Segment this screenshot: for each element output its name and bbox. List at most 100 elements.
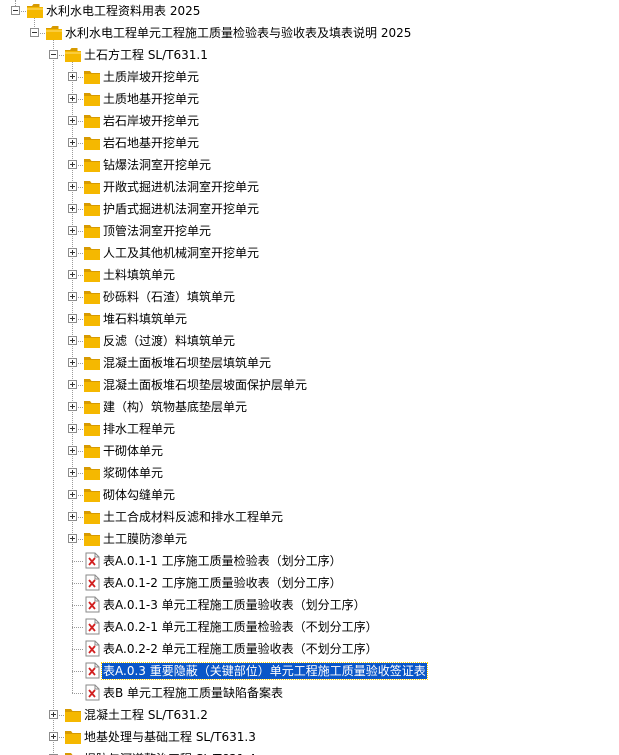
tree-node-label[interactable]: 土工膜防渗单元 xyxy=(102,531,188,547)
tree-node[interactable]: 表A.0.1-3 单元工程施工质量验收表（划分工序） xyxy=(0,594,619,616)
tree-node[interactable]: 地基处理与基础工程 SL/T631.3 xyxy=(0,726,619,748)
expand-toggle[interactable] xyxy=(68,160,77,169)
tree-node[interactable]: 排水工程单元 xyxy=(0,418,619,440)
tree-node[interactable]: 表A.0.1-1 工序施工质量检验表（划分工序） xyxy=(0,550,619,572)
excel-file-icon xyxy=(83,684,101,701)
tree-node-label[interactable]: 混凝土面板堆石坝垫层坡面保护层单元 xyxy=(102,377,308,393)
tree-node[interactable]: 水利水电工程单元工程施工质量检验表与验收表及填表说明 2025 xyxy=(0,22,619,44)
tree-node-label[interactable]: 砌体勾缝单元 xyxy=(102,487,176,503)
tree-node[interactable]: 岩石地基开挖单元 xyxy=(0,132,619,154)
tree-node[interactable]: 表A.0.2-2 单元工程施工质量验收表（不划分工序） xyxy=(0,638,619,660)
expand-toggle[interactable] xyxy=(68,314,77,323)
tree-node[interactable]: 土质岸坡开挖单元 xyxy=(0,66,619,88)
tree-node-label[interactable]: 表A.0.2-1 单元工程施工质量检验表（不划分工序） xyxy=(102,619,379,635)
tree-node[interactable]: 砂砾料（石渣）填筑单元 xyxy=(0,286,619,308)
expand-toggle[interactable] xyxy=(68,468,77,477)
tree-node-label[interactable]: 表A.0.1-3 单元工程施工质量验收表（划分工序） xyxy=(102,597,367,613)
tree-node[interactable]: 堤防与河道整治工程 SL/T631.4 xyxy=(0,748,619,755)
tree-node-label[interactable]: 水利水电工程资料用表 2025 xyxy=(45,3,201,19)
expand-toggle[interactable] xyxy=(68,270,77,279)
tree-node[interactable]: 表A.0.3 重要隐蔽（关键部位）单元工程施工质量验收签证表 xyxy=(0,660,619,682)
tree-node-label[interactable]: 岩石岸坡开挖单元 xyxy=(102,113,200,129)
tree-node-label[interactable]: 土料填筑单元 xyxy=(102,267,176,283)
tree-node[interactable]: 混凝土工程 SL/T631.2 xyxy=(0,704,619,726)
tree-node[interactable]: 建（构）筑物基底垫层单元 xyxy=(0,396,619,418)
expand-toggle[interactable] xyxy=(68,446,77,455)
expand-toggle[interactable] xyxy=(68,534,77,543)
tree-node[interactable]: 开敞式掘进机法洞室开挖单元 xyxy=(0,176,619,198)
expand-toggle[interactable] xyxy=(68,72,77,81)
tree-node[interactable]: 土工合成材料反滤和排水工程单元 xyxy=(0,506,619,528)
collapse-toggle[interactable] xyxy=(11,6,20,15)
tree-node[interactable]: 土料填筑单元 xyxy=(0,264,619,286)
tree-node-label[interactable]: 混凝土面板堆石坝垫层填筑单元 xyxy=(102,355,272,371)
tree-node-label[interactable]: 堤防与河道整治工程 SL/T631.4 xyxy=(83,751,257,755)
tree-node[interactable]: 堆石料填筑单元 xyxy=(0,308,619,330)
expand-toggle[interactable] xyxy=(68,116,77,125)
tree-node[interactable]: 反滤（过渡）料填筑单元 xyxy=(0,330,619,352)
tree-node-label[interactable]: 表A.0.3 重要隐蔽（关键部位）单元工程施工质量验收签证表 xyxy=(101,662,428,680)
expand-toggle[interactable] xyxy=(68,248,77,257)
tree-node-label[interactable]: 反滤（过渡）料填筑单元 xyxy=(102,333,236,349)
expand-toggle[interactable] xyxy=(68,182,77,191)
tree-node[interactable]: 顶管法洞室开挖单元 xyxy=(0,220,619,242)
tree-node-label[interactable]: 岩石地基开挖单元 xyxy=(102,135,200,151)
expand-toggle[interactable] xyxy=(68,336,77,345)
tree-node-label[interactable]: 护盾式掘进机法洞室开挖单元 xyxy=(102,201,260,217)
tree-node[interactable]: 砌体勾缝单元 xyxy=(0,484,619,506)
tree-node-label[interactable]: 表A.0.1-1 工序施工质量检验表（划分工序） xyxy=(102,553,343,569)
tree-node[interactable]: 钻爆法洞室开挖单元 xyxy=(0,154,619,176)
expand-toggle[interactable] xyxy=(68,380,77,389)
tree-node-label[interactable]: 表B 单元工程施工质量缺陷备案表 xyxy=(102,685,284,701)
tree-node-label[interactable]: 建（构）筑物基底垫层单元 xyxy=(102,399,248,415)
folder-icon xyxy=(83,376,101,393)
tree-node[interactable]: 干砌体单元 xyxy=(0,440,619,462)
expand-toggle[interactable] xyxy=(68,226,77,235)
expand-toggle[interactable] xyxy=(68,204,77,213)
collapse-toggle[interactable] xyxy=(30,28,39,37)
expand-toggle[interactable] xyxy=(68,292,77,301)
tree-node-label[interactable]: 顶管法洞室开挖单元 xyxy=(102,223,212,239)
tree-node-label[interactable]: 水利水电工程单元工程施工质量检验表与验收表及填表说明 2025 xyxy=(64,25,412,41)
tree-node[interactable]: 表B 单元工程施工质量缺陷备案表 xyxy=(0,682,619,704)
tree-node-label[interactable]: 土质地基开挖单元 xyxy=(102,91,200,107)
tree-node-label[interactable]: 土工合成材料反滤和排水工程单元 xyxy=(102,509,284,525)
tree-node-label[interactable]: 排水工程单元 xyxy=(102,421,176,437)
tree-node[interactable]: 护盾式掘进机法洞室开挖单元 xyxy=(0,198,619,220)
expand-toggle[interactable] xyxy=(68,512,77,521)
tree-node-label[interactable]: 地基处理与基础工程 SL/T631.3 xyxy=(83,729,257,745)
expand-toggle[interactable] xyxy=(49,732,58,741)
tree-node-label[interactable]: 土石方工程 SL/T631.1 xyxy=(83,47,209,63)
expand-toggle[interactable] xyxy=(68,138,77,147)
expand-toggle[interactable] xyxy=(49,710,58,719)
tree-node-label[interactable]: 表A.0.2-2 单元工程施工质量验收表（不划分工序） xyxy=(102,641,379,657)
tree-node[interactable]: 人工及其他机械洞室开挖单元 xyxy=(0,242,619,264)
tree-node[interactable]: 混凝土面板堆石坝垫层坡面保护层单元 xyxy=(0,374,619,396)
tree-node[interactable]: 土石方工程 SL/T631.1 xyxy=(0,44,619,66)
tree-node-label[interactable]: 表A.0.1-2 工序施工质量验收表（划分工序） xyxy=(102,575,343,591)
tree-view[interactable]: 水利水电工程资料用表 2025 水利水电工程单元工程施工质量检验表与验收表及填表说… xyxy=(0,0,619,755)
tree-node[interactable]: 土工膜防渗单元 xyxy=(0,528,619,550)
tree-node[interactable]: 混凝土面板堆石坝垫层填筑单元 xyxy=(0,352,619,374)
collapse-toggle[interactable] xyxy=(49,50,58,59)
tree-node-label[interactable]: 人工及其他机械洞室开挖单元 xyxy=(102,245,260,261)
tree-node-label[interactable]: 干砌体单元 xyxy=(102,443,164,459)
tree-node-label[interactable]: 砂砾料（石渣）填筑单元 xyxy=(102,289,236,305)
tree-node[interactable]: 水利水电工程资料用表 2025 xyxy=(0,0,619,22)
expand-toggle[interactable] xyxy=(68,402,77,411)
tree-node[interactable]: 岩石岸坡开挖单元 xyxy=(0,110,619,132)
tree-node-label[interactable]: 浆砌体单元 xyxy=(102,465,164,481)
tree-node[interactable]: 浆砌体单元 xyxy=(0,462,619,484)
tree-node-label[interactable]: 土质岸坡开挖单元 xyxy=(102,69,200,85)
tree-node-label[interactable]: 堆石料填筑单元 xyxy=(102,311,188,327)
tree-node-label[interactable]: 钻爆法洞室开挖单元 xyxy=(102,157,212,173)
tree-node-label[interactable]: 混凝土工程 SL/T631.2 xyxy=(83,707,209,723)
expand-toggle[interactable] xyxy=(68,358,77,367)
tree-node[interactable]: 土质地基开挖单元 xyxy=(0,88,619,110)
tree-node[interactable]: 表A.0.1-2 工序施工质量验收表（划分工序） xyxy=(0,572,619,594)
tree-node[interactable]: 表A.0.2-1 单元工程施工质量检验表（不划分工序） xyxy=(0,616,619,638)
expand-toggle[interactable] xyxy=(68,94,77,103)
expand-toggle[interactable] xyxy=(68,424,77,433)
expand-toggle[interactable] xyxy=(68,490,77,499)
tree-node-label[interactable]: 开敞式掘进机法洞室开挖单元 xyxy=(102,179,260,195)
